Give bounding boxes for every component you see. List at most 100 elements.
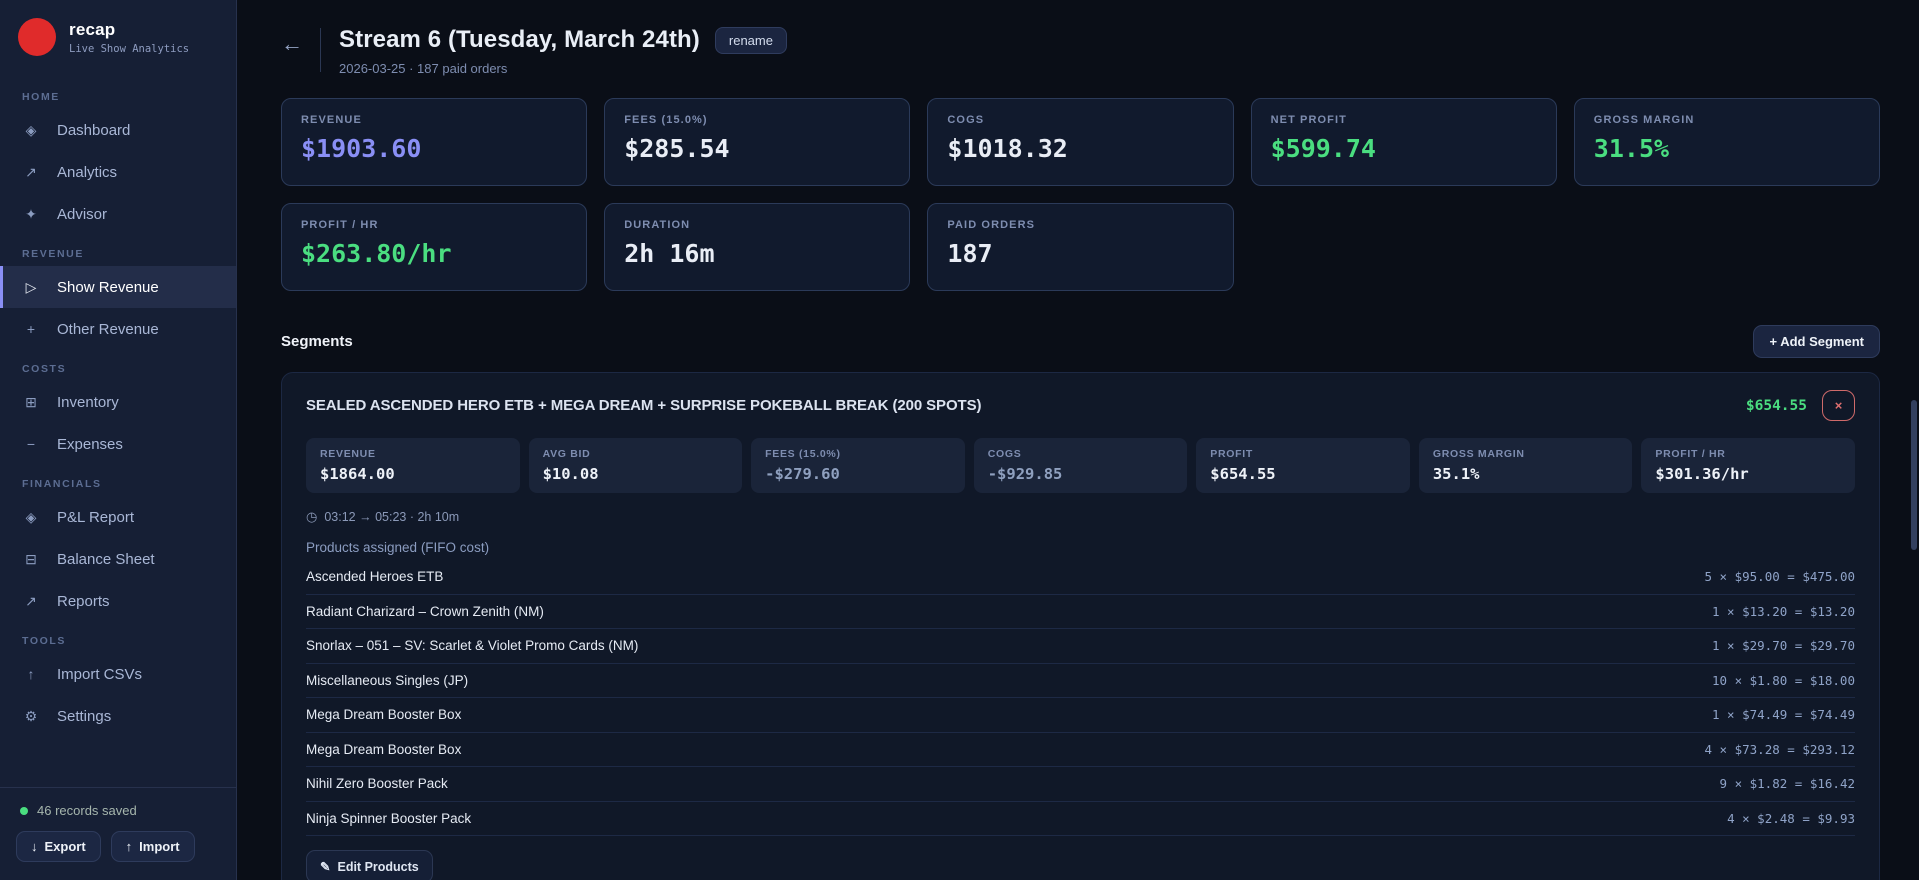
clock-icon: ◷ <box>306 509 318 524</box>
stat-label: FEES (15.0%) <box>624 114 708 126</box>
stat-label: NET PROFIT <box>1270 114 1347 126</box>
segment-stat-fees: FEES (15.0%) -$279.60 <box>751 438 965 493</box>
product-row: Mega Dream Booster Box 1 × $74.49 = $74.… <box>306 698 1855 733</box>
product-name: Mega Dream Booster Box <box>306 741 462 757</box>
sidebar-item-label: Balance Sheet <box>57 550 155 568</box>
product-name: Ninja Spinner Booster Pack <box>306 810 472 826</box>
chip-label: PROFIT <box>1210 448 1253 460</box>
pencil-icon: ✎ <box>320 860 331 874</box>
stat-card-gross-margin: GROSS MARGIN 31.5% <box>1573 98 1880 186</box>
sidebar-item-expenses[interactable]: − Expenses <box>0 423 236 465</box>
remove-segment-button[interactable]: × <box>1822 390 1855 421</box>
stat-label: COGS <box>947 114 985 126</box>
sidebar-item-inventory[interactable]: ⊞ Inventory <box>0 381 236 423</box>
nav-section-financials: FINANCIALS <box>22 478 102 490</box>
nav-section-costs: COSTS <box>22 363 67 375</box>
sidebar-item-balance-sheet[interactable]: ⊟ Balance Sheet <box>0 538 236 580</box>
product-name: Nihil Zero Booster Pack <box>306 776 448 792</box>
stat-card-fees: FEES (15.0%) $285.54 <box>604 98 911 186</box>
stat-card-paid-orders: PAID ORDERS 187 <box>927 203 1234 291</box>
sidebar-item-label: Import CSVs <box>57 665 143 683</box>
product-name: Snorlax – 051 – SV: Scarlet & Violet Pro… <box>306 638 639 654</box>
stat-card-duration: DURATION 2h 16m <box>604 203 911 291</box>
product-name: Miscellaneous Singles (JP) <box>306 672 469 688</box>
sidebar-item-label: Settings <box>57 707 112 725</box>
sidebar-item-label: Inventory <box>57 393 119 411</box>
page-header: ← Stream 6 (Tuesday, March 24th) rename … <box>281 26 1880 76</box>
chip-label: AVG BID <box>542 448 591 460</box>
sidebar-item-pl-report[interactable]: ◈ P&L Report <box>0 496 236 538</box>
stat-label: PROFIT / HR <box>301 219 379 231</box>
page-subtitle: 2026-03-25 · 187 paid orders <box>339 61 508 76</box>
product-row: Nihil Zero Booster Pack 9 × $1.82 = $16.… <box>306 767 1855 802</box>
product-name: Radiant Charizard – Crown Zenith (NM) <box>306 603 544 619</box>
product-row: Snorlax – 051 – SV: Scarlet & Violet Pro… <box>306 629 1855 664</box>
stat-value: 31.5% <box>1593 134 1670 163</box>
sidebar-item-import-csvs[interactable]: ↑ Import CSVs <box>0 653 236 695</box>
import-button[interactable]: ↑ Import <box>110 831 195 862</box>
sidebar-footer: 46 records saved ↓ Export ↑ Import <box>0 787 236 880</box>
sidebar-item-label: Expenses <box>57 435 123 453</box>
product-quantity: 1 × $29.70 = $29.70 <box>1712 638 1855 654</box>
segment-stat-profit-per-hr: PROFIT / HR $301.36/hr <box>1641 438 1855 493</box>
segment-stat-profit: PROFIT $654.55 <box>1196 438 1410 493</box>
close-icon: × <box>1834 398 1843 413</box>
export-button[interactable]: ↓ Export <box>16 831 101 862</box>
sidebar: recap Live Show Analytics HOME ◈ Dashboa… <box>0 0 237 880</box>
stat-value: $1018.32 <box>947 134 1068 163</box>
product-quantity: 1 × $13.20 = $13.20 <box>1712 603 1855 619</box>
nav-section-home: HOME <box>22 91 60 103</box>
sparkle-icon: ✦ <box>25 205 37 222</box>
diamond-icon: ◈ <box>25 508 37 525</box>
sidebar-item-show-revenue[interactable]: ▷ Show Revenue <box>0 266 236 308</box>
minus-icon: − <box>26 436 36 452</box>
upload-icon: ↑ <box>125 839 133 854</box>
segment-stat-gross-margin: GROSS MARGIN 35.1% <box>1418 438 1633 493</box>
app-logo: recap Live Show Analytics <box>0 0 236 78</box>
add-segment-button[interactable]: + Add Segment <box>1753 325 1880 358</box>
sidebar-item-analytics[interactable]: ↗ Analytics <box>0 151 236 193</box>
arrow-up-right-icon: ↗ <box>25 163 37 180</box>
product-row: Radiant Charizard – Crown Zenith (NM) 1 … <box>306 595 1855 629</box>
chip-label: GROSS MARGIN <box>1432 448 1525 460</box>
product-quantity: 4 × $73.28 = $293.12 <box>1704 741 1855 757</box>
overview-stats: REVENUE $1903.60 FEES (15.0%) $285.54 CO… <box>281 98 1880 291</box>
app-title: recap <box>69 19 116 39</box>
sidebar-item-reports[interactable]: ↗ Reports <box>0 580 236 622</box>
chip-value: $1864.00 <box>320 465 395 483</box>
sidebar-nav: HOME ◈ Dashboard ↗ Analytics ✦ Advisor R… <box>0 78 236 787</box>
chip-value: 35.1% <box>1432 465 1480 483</box>
stat-value: 187 <box>947 239 993 268</box>
sidebar-item-label: Other Revenue <box>57 320 159 338</box>
stat-value: $263.80/hr <box>301 239 452 268</box>
edit-products-button[interactable]: ✎ Edit Products <box>306 850 433 880</box>
segment-profit-badge: $654.55 <box>1745 397 1807 414</box>
time-range-text: 03:12 → 05:23 · 2h 10m <box>324 510 460 524</box>
segments-heading: Segments <box>281 333 353 350</box>
edit-products-label: Edit Products <box>337 859 419 874</box>
product-name: Ascended Heroes ETB <box>306 569 444 585</box>
segment-stat-revenue: REVENUE $1864.00 <box>306 438 520 493</box>
product-quantity: 9 × $1.82 = $16.42 <box>1719 776 1855 792</box>
segments-bar: Segments + Add Segment <box>281 325 1880 358</box>
back-button[interactable]: ← <box>281 33 303 76</box>
scrollbar[interactable] <box>1911 400 1917 550</box>
sidebar-item-other-revenue[interactable]: + Other Revenue <box>0 308 236 350</box>
header-divider <box>320 28 321 72</box>
stat-value: $1903.60 <box>301 134 422 163</box>
segment-stat-avg-bid: AVG BID $10.08 <box>528 438 743 493</box>
arrow-up-icon: ↑ <box>27 666 35 682</box>
status-dot-icon <box>20 806 28 815</box>
nav-section-tools: TOOLS <box>22 635 66 647</box>
segment-title: SEALED ASCENDED HERO ETB + MEGA DREAM + … <box>306 397 982 414</box>
sidebar-item-settings[interactable]: ⚙ Settings <box>0 695 236 737</box>
import-button-label: Import <box>139 839 180 854</box>
chip-value: -$279.60 <box>765 465 840 483</box>
product-quantity: 1 × $74.49 = $74.49 <box>1712 707 1855 723</box>
product-row: Miscellaneous Singles (JP) 10 × $1.80 = … <box>306 664 1855 698</box>
balance-sheet-icon: ⊟ <box>25 550 37 567</box>
sidebar-item-dashboard[interactable]: ◈ Dashboard <box>0 109 236 151</box>
sidebar-item-advisor[interactable]: ✦ Advisor <box>0 193 236 235</box>
rename-button[interactable]: rename <box>714 26 787 54</box>
product-row: Mega Dream Booster Box 4 × $73.28 = $293… <box>306 733 1855 767</box>
